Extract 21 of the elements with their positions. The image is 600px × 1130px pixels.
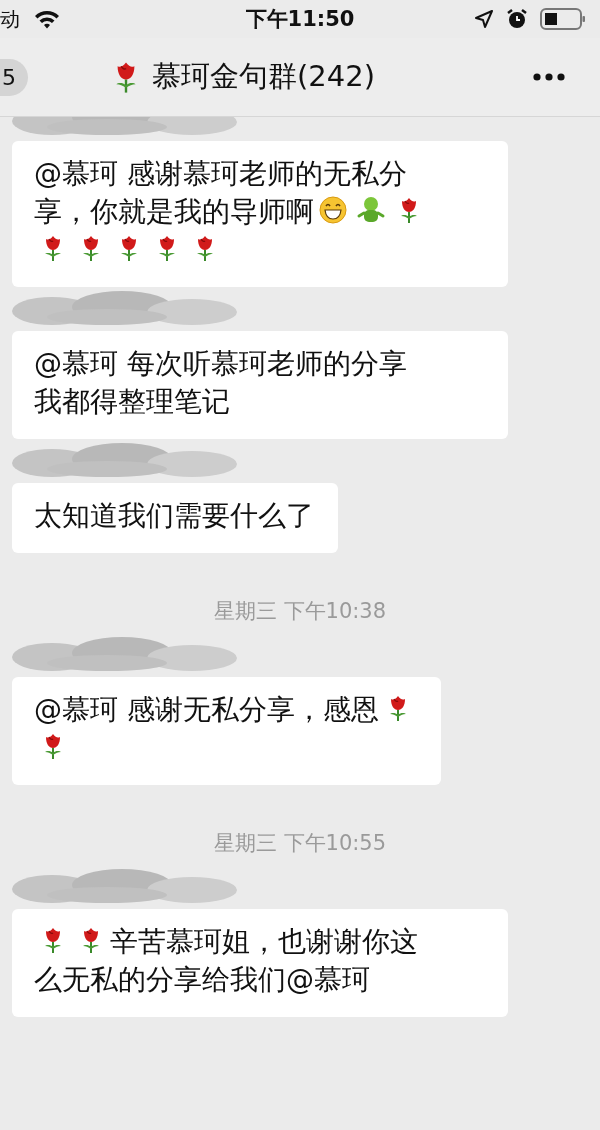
figure-icon: [356, 195, 386, 225]
message-text: @慕珂 感谢慕珂老师的无私分: [34, 156, 407, 192]
timestamp: 星期三 下午10:55: [213, 830, 387, 857]
location-arrow-icon: [474, 9, 494, 29]
back-badge[interactable]: 5: [0, 58, 28, 96]
message-text: 太知道我们需要什么了: [34, 498, 314, 534]
clock-time: 下午11:50: [245, 6, 355, 33]
battery-icon: [540, 8, 586, 30]
timestamp: 星期三 下午10:38: [213, 598, 387, 625]
alarm-clock-icon: [506, 8, 528, 30]
grinning-face-icon: [318, 195, 348, 225]
chat-title: 慕珂金句群(242): [152, 58, 375, 95]
more-icon[interactable]: [532, 72, 566, 82]
message-text: 我都得整理笔记: [34, 384, 230, 420]
message-text: 么无私的分享给我们@慕珂: [34, 962, 370, 998]
message-text: @慕珂 感谢无私分享，感恩: [34, 692, 379, 728]
message-text: 享，你就是我的导师啊: [34, 194, 314, 230]
wifi-icon: [34, 9, 60, 29]
message-text: @慕珂 每次听慕珂老师的分享: [34, 346, 407, 382]
carrier-name: 动: [0, 5, 20, 33]
message-text: 辛苦慕珂姐，也谢谢你这: [110, 924, 418, 960]
